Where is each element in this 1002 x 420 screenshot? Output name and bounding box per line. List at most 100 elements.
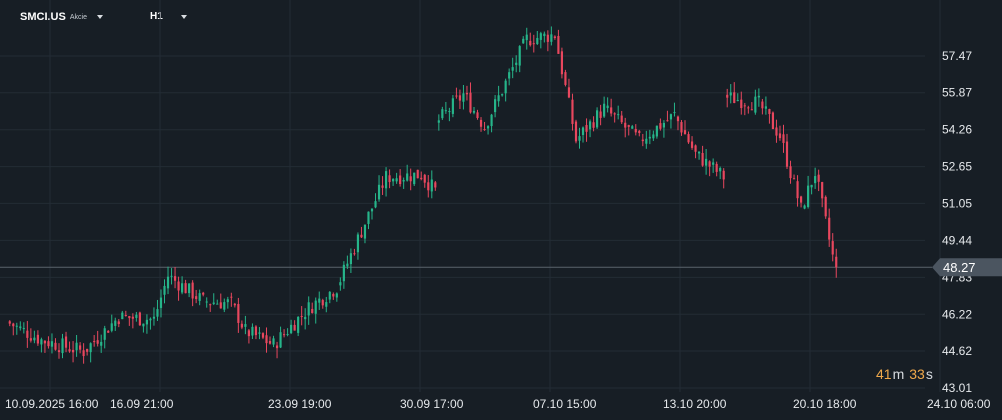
candle-body xyxy=(620,115,623,123)
candle-body xyxy=(230,296,233,298)
candle-body xyxy=(771,112,775,130)
candle-body xyxy=(328,291,331,300)
candle xyxy=(592,116,595,132)
candle-body xyxy=(261,333,265,338)
candle-body xyxy=(370,208,374,212)
candle-body xyxy=(209,304,212,306)
candle-body xyxy=(567,87,571,98)
candle-body xyxy=(202,292,205,295)
candle-body xyxy=(726,94,729,98)
candle-body xyxy=(279,332,282,348)
candle xyxy=(353,248,356,256)
candle xyxy=(121,310,124,320)
candle xyxy=(402,177,405,189)
candle-body xyxy=(107,330,110,333)
candle-body xyxy=(518,46,521,66)
candle xyxy=(652,130,655,141)
candle xyxy=(641,133,644,147)
candlestick-chart[interactable]: 43.0144.6246.2247.8349.4451.0552.6554.26… xyxy=(0,0,1002,420)
candle-body xyxy=(223,302,226,310)
countdown-minutes: 41 xyxy=(876,366,892,382)
candle-body xyxy=(117,321,120,325)
candle-body xyxy=(543,33,546,37)
candle-body xyxy=(578,136,581,141)
candle xyxy=(75,334,78,357)
candle xyxy=(603,96,606,118)
candle xyxy=(384,167,388,197)
candle xyxy=(750,102,753,111)
candle-body xyxy=(824,196,827,217)
candle xyxy=(191,280,194,307)
chart-grid xyxy=(0,0,941,392)
candle xyxy=(124,310,127,317)
candle xyxy=(712,158,715,173)
candle xyxy=(413,172,416,186)
candle xyxy=(307,296,310,325)
candle xyxy=(279,326,282,349)
candle-body xyxy=(564,72,567,85)
candle xyxy=(128,315,131,326)
candle xyxy=(117,319,120,328)
candle-body xyxy=(114,320,117,326)
candle-body xyxy=(388,175,391,183)
candle xyxy=(768,108,771,124)
candle xyxy=(799,195,803,208)
candle xyxy=(96,330,99,347)
candle xyxy=(469,82,472,114)
candle-body xyxy=(356,234,360,253)
x-tick-label: 10.09.2025 16:00 xyxy=(5,397,99,411)
candle-body xyxy=(40,339,43,345)
candle xyxy=(722,168,725,189)
candle xyxy=(462,84,465,110)
candle xyxy=(212,293,215,306)
candle-body xyxy=(268,341,272,344)
y-tick-label: 46.22 xyxy=(942,307,972,321)
candle-body xyxy=(290,324,293,334)
candle-body xyxy=(807,185,810,207)
candle xyxy=(648,129,651,145)
candle-body xyxy=(406,173,409,181)
candle xyxy=(230,292,233,307)
candle xyxy=(251,323,254,339)
candle-body xyxy=(701,152,704,166)
candle xyxy=(785,133,789,169)
candle-body xyxy=(595,110,599,128)
candle-body xyxy=(546,34,549,42)
candle xyxy=(567,78,571,99)
candle xyxy=(57,343,61,359)
candle-body xyxy=(803,205,806,209)
candle xyxy=(726,88,729,108)
candle xyxy=(71,341,75,363)
candle-body xyxy=(381,185,384,188)
candle xyxy=(511,57,514,79)
candle-body xyxy=(135,314,138,318)
candle xyxy=(697,151,701,160)
candle xyxy=(483,121,486,131)
y-tick-label: 54.26 xyxy=(942,123,972,137)
candle-body xyxy=(416,169,419,179)
candle-body xyxy=(585,125,588,132)
candle-body xyxy=(191,282,194,299)
candle xyxy=(740,91,743,115)
candle xyxy=(149,317,152,330)
countdown-seconds-unit: s xyxy=(925,366,933,382)
candle-body xyxy=(96,340,99,344)
candle-body xyxy=(743,105,746,107)
candle xyxy=(22,322,25,334)
candle-body xyxy=(673,112,676,114)
candle-body xyxy=(465,92,469,95)
candle xyxy=(719,166,722,180)
candle xyxy=(578,127,581,149)
candle-body xyxy=(22,328,25,330)
countdown-minutes-unit: m xyxy=(892,366,905,382)
x-tick-label: 24.10 06:00 xyxy=(927,397,991,411)
candle-body xyxy=(314,300,317,314)
candle-body xyxy=(244,324,247,327)
candle-body xyxy=(195,296,198,300)
candle xyxy=(532,34,535,53)
candle xyxy=(19,321,22,331)
candle xyxy=(297,316,300,337)
candle-body xyxy=(754,96,757,113)
candle xyxy=(757,88,760,107)
candle-body xyxy=(275,345,279,349)
